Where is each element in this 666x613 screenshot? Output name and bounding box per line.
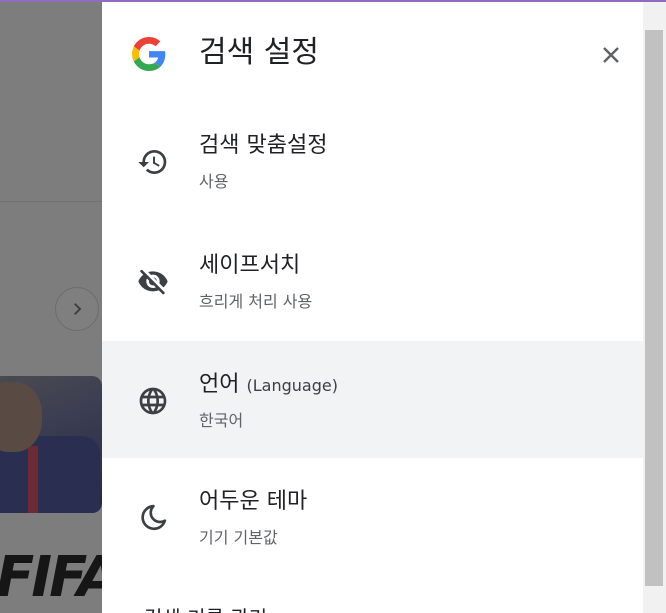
next-item-peek[interactable]: 검색 기록 관리 bbox=[144, 602, 267, 613]
background-divider bbox=[0, 201, 102, 202]
settings-item-personalization[interactable]: 검색 맞춤설정 사용 bbox=[102, 102, 643, 219]
google-g-logo-icon bbox=[132, 37, 166, 71]
background-logo-text: FIFA bbox=[0, 545, 120, 610]
item-label-text: 검색 맞춤설정 bbox=[199, 133, 328, 158]
thumbnail-stripe bbox=[28, 446, 38, 513]
background-thumbnail[interactable] bbox=[0, 376, 102, 513]
panel-header: 검색 설정 bbox=[102, 2, 643, 102]
item-description: 한국어 bbox=[199, 411, 244, 430]
visibility-off-icon bbox=[138, 269, 168, 295]
item-label: 언어 (Language) bbox=[199, 372, 338, 398]
close-icon[interactable] bbox=[599, 43, 623, 67]
settings-item-language[interactable]: 언어 (Language) 한국어 bbox=[102, 341, 643, 458]
scrollbar-thumb[interactable] bbox=[645, 30, 663, 586]
panel-title: 검색 설정 bbox=[199, 35, 319, 70]
item-label: 세이프서치 bbox=[199, 253, 300, 279]
item-label-text: 어두운 테마 bbox=[199, 489, 308, 514]
background-next-button[interactable] bbox=[55, 287, 99, 331]
item-label: 검색 맞춤설정 bbox=[199, 133, 327, 159]
moon-icon bbox=[141, 504, 167, 531]
settings-item-safesearch[interactable]: 세이프서치 흐리게 처리 사용 bbox=[102, 222, 643, 339]
chevron-right-icon bbox=[74, 303, 82, 315]
item-description: 사용 bbox=[199, 172, 229, 191]
search-settings-panel: 검색 설정 검색 맞춤설정 사용 세이프서치 흐리게 처리 사용 언어 (Lan… bbox=[102, 2, 643, 613]
background-page: FIFA bbox=[0, 2, 120, 613]
item-label: 어두운 테마 bbox=[199, 489, 307, 515]
item-label-text: 언어 bbox=[199, 372, 240, 397]
item-label-suffix: (Language) bbox=[246, 376, 338, 395]
item-description: 흐리게 처리 사용 bbox=[199, 292, 313, 311]
settings-item-dark-theme[interactable]: 어두운 테마 기기 기본값 bbox=[102, 458, 643, 575]
history-icon bbox=[138, 150, 167, 175]
globe-icon bbox=[139, 387, 167, 415]
item-label-text: 세이프서치 bbox=[199, 253, 301, 278]
item-description: 기기 기본값 bbox=[199, 528, 278, 547]
